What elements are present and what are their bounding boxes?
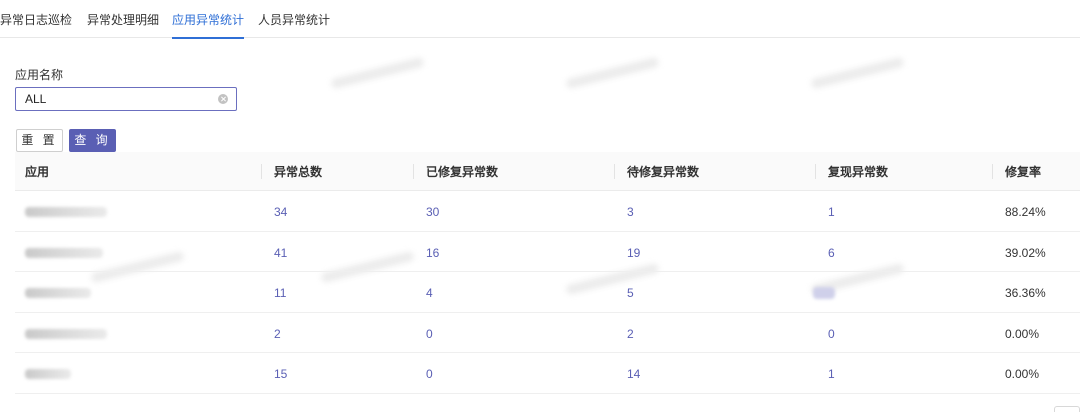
redacted-app-name [25, 369, 71, 380]
table-header: 应用 异常总数 已修复异常数 待修复异常数 复现异常数 修复率 [15, 152, 1080, 191]
table-row: 15 0 14 1 0.00% [15, 353, 1080, 394]
watermark [330, 56, 425, 90]
reset-button[interactable]: 重 置 [16, 129, 63, 152]
redacted-app-name [25, 288, 91, 299]
cell-total[interactable]: 34 [274, 191, 287, 233]
cell-reproduced[interactable]: 0 [828, 313, 835, 355]
cell-total[interactable]: 15 [274, 353, 287, 395]
cell-fix-rate: 39.02% [1005, 245, 1046, 260]
pagination-corner [1054, 406, 1080, 412]
cell-total[interactable]: 2 [274, 313, 281, 355]
table-row: 2 0 2 0 0.00% [15, 313, 1080, 354]
cell-reproduced[interactable]: 1 [828, 191, 835, 233]
app-exception-table: 应用 异常总数 已修复异常数 待修复异常数 复现异常数 修复率 34 30 3 … [15, 152, 1080, 394]
header-pending: 待修复异常数 [627, 165, 700, 179]
redacted-reproduced-count [813, 287, 835, 300]
cell-fixed[interactable]: 4 [426, 272, 433, 314]
tab-exception-handling-details[interactable]: 异常处理明细 [87, 0, 159, 38]
cell-pending[interactable]: 3 [627, 191, 634, 233]
cell-pending[interactable]: 5 [627, 272, 634, 314]
header-fix-rate: 修复率 [1005, 165, 1042, 179]
cell-pending[interactable]: 2 [627, 313, 634, 355]
cell-fix-rate: 0.00% [1005, 367, 1040, 382]
cell-total[interactable]: 11 [274, 272, 286, 314]
redacted-app-name [25, 328, 107, 339]
cell-reproduced[interactable]: 6 [828, 232, 835, 274]
cell-fixed[interactable]: 0 [426, 353, 433, 395]
table-row: 34 30 3 1 88.24% [15, 191, 1080, 232]
table-row: 11 4 5 36.36% [15, 272, 1080, 313]
column-divider [614, 164, 615, 179]
tab-bar: 异常日志巡检 异常处理明细 应用异常统计 人员异常统计 [0, 0, 1080, 39]
watermark [810, 56, 905, 90]
cell-fixed[interactable]: 30 [426, 191, 439, 233]
header-app: 应用 [25, 165, 50, 179]
cell-pending[interactable]: 14 [627, 353, 640, 395]
cell-fix-rate: 0.00% [1005, 326, 1040, 341]
cell-fixed[interactable]: 0 [426, 313, 433, 355]
header-fixed: 已修复异常数 [426, 165, 499, 179]
tab-exception-log-inspection[interactable]: 异常日志巡检 [0, 0, 72, 38]
cell-fix-rate: 36.36% [1005, 286, 1046, 301]
redacted-app-name [25, 247, 103, 258]
app-name-label: 应用名称 [15, 68, 64, 82]
column-divider [815, 164, 816, 179]
header-total: 异常总数 [274, 165, 323, 179]
query-button[interactable]: 查 询 [69, 129, 116, 152]
cell-total[interactable]: 41 [274, 232, 287, 274]
redacted-app-name [25, 207, 107, 217]
watermark [565, 56, 660, 90]
cell-fix-rate: 88.24% [1005, 205, 1046, 219]
app-name-select[interactable]: ALL [15, 87, 237, 111]
tab-person-exception-stats[interactable]: 人员异常统计 [258, 0, 330, 38]
header-reproduced: 复现异常数 [828, 165, 889, 179]
tab-app-exception-stats[interactable]: 应用异常统计 [172, 0, 245, 39]
cell-fixed[interactable]: 16 [426, 232, 439, 274]
column-divider [992, 164, 993, 179]
app-name-select-value: ALL [25, 92, 47, 106]
cell-pending[interactable]: 19 [627, 232, 640, 274]
table-row: 41 16 19 6 39.02% [15, 232, 1080, 273]
clear-icon[interactable] [218, 94, 228, 104]
column-divider [413, 164, 414, 179]
column-divider [261, 164, 262, 179]
cell-reproduced[interactable]: 1 [828, 353, 835, 395]
